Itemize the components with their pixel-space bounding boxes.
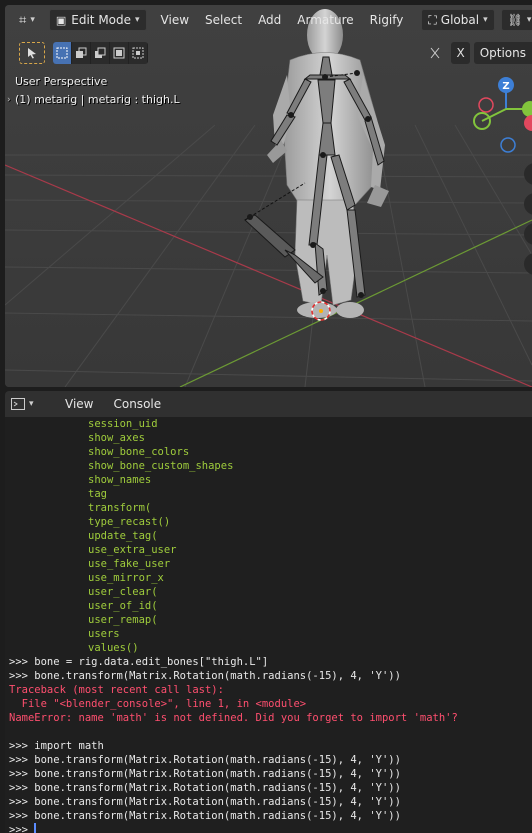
completion-item: show_bone_custom_shapes: [88, 460, 234, 472]
select-subtract-button[interactable]: [91, 42, 110, 64]
tool-settings-bar: X Options: [5, 38, 532, 64]
select-invert-button[interactable]: [110, 42, 129, 64]
mirror-icon: [431, 47, 440, 59]
mode-label: Edit Mode: [71, 13, 132, 27]
zoom-icon[interactable]: [524, 163, 532, 185]
editor-type-selector[interactable]: ⌗ ▾: [13, 9, 41, 31]
y-axis-handle[interactable]: [522, 101, 532, 117]
mode-dropdown[interactable]: ▣ Edit Mode ▾: [48, 9, 147, 31]
viewport-nav-buttons: [524, 163, 532, 283]
menu-rigify[interactable]: Rigify: [362, 9, 412, 31]
completion-item: users: [88, 628, 120, 640]
select-invert-icon: [113, 47, 125, 59]
console-input-line[interactable]: >>>: [9, 823, 532, 833]
error-line: NameError: name 'math' is not defined. D…: [9, 712, 458, 724]
history-line: >>> bone = rig.data.edit_bones["thigh.L"…: [9, 656, 269, 668]
selection-mode-group: [53, 42, 148, 64]
console-menu-console[interactable]: Console: [103, 397, 171, 411]
completion-item: session_uid: [88, 418, 158, 430]
history-line: >>> bone.transform(Matrix.Rotation(math.…: [9, 796, 401, 808]
camera-icon[interactable]: [524, 223, 532, 245]
error-line: Traceback (most recent call last):: [9, 684, 224, 696]
tool-settings-right: X Options: [423, 42, 532, 64]
select-tool-button[interactable]: [19, 42, 45, 64]
neg-x-axis-handle[interactable]: [478, 97, 494, 113]
select-intersect-icon: [132, 47, 144, 59]
console-header: ▾ View Console: [5, 391, 532, 417]
history-line: >>> bone.transform(Matrix.Rotation(math.…: [9, 782, 401, 794]
viewport-editor-icon: ⌗: [19, 12, 27, 28]
completion-item: show_bone_colors: [88, 446, 190, 458]
select-intersect-button[interactable]: [129, 42, 148, 64]
completion-item: user_remap(: [88, 614, 158, 626]
transform-orientation-dropdown[interactable]: ⛶ Global ▾: [421, 9, 495, 31]
chevron-down-icon: ▾: [483, 15, 488, 25]
completion-item: user_clear(: [88, 586, 158, 598]
active-object-label: (1) metarig | metarig : thigh.L: [15, 93, 180, 106]
x-mirror-toggle[interactable]: X: [451, 42, 470, 64]
menu-armature[interactable]: Armature: [289, 9, 361, 31]
pivot-point-dropdown[interactable]: ⛓ ▾: [500, 9, 532, 31]
console-prompt: >>>: [9, 824, 35, 833]
cursor-arrow-icon: [28, 48, 36, 59]
select-extend-icon: [76, 47, 87, 58]
z-axis-label: Z: [502, 81, 509, 92]
select-subtract-icon: [95, 47, 106, 58]
select-extend-button[interactable]: [72, 42, 91, 64]
python-console[interactable]: ▾ View Console session_uid show_axes show_…: [5, 391, 532, 833]
completion-item: use_mirror_x: [88, 572, 164, 584]
completion-item: tag: [88, 488, 107, 500]
x-mirror-icon[interactable]: [423, 42, 447, 64]
viewport-info: User Perspective (1) metarig | metarig :…: [7, 73, 180, 109]
chevron-right-icon[interactable]: ›: [7, 91, 11, 109]
grid-icon[interactable]: [524, 253, 532, 275]
select-new-button[interactable]: [53, 42, 72, 64]
completion-item: show_names: [88, 474, 152, 486]
history-line: >>> bone.transform(Matrix.Rotation(math.…: [9, 810, 401, 822]
completion-item: show_axes: [88, 432, 145, 444]
completion-item: user_of_id(: [88, 600, 158, 612]
options-button[interactable]: Options: [473, 42, 532, 64]
completion-item: use_extra_user: [88, 544, 177, 556]
orientation-icon: ⛶: [428, 12, 437, 27]
console-menu-view[interactable]: View: [55, 397, 103, 411]
chevron-down-icon: ▾: [29, 399, 34, 409]
menu-view[interactable]: View: [153, 9, 197, 31]
completion-item: values(): [88, 642, 139, 654]
history-line: >>> import math: [9, 740, 104, 752]
history-line: >>> bone.transform(Matrix.Rotation(math.…: [9, 754, 401, 766]
x-axis-handle[interactable]: [524, 115, 532, 131]
menu-select[interactable]: Select: [197, 9, 250, 31]
navigation-gizmo[interactable]: Z: [472, 73, 532, 157]
history-line: >>> bone.transform(Matrix.Rotation(math.…: [9, 768, 401, 780]
console-prompt-icon: [11, 398, 25, 410]
menu-add[interactable]: Add: [250, 9, 289, 31]
orientation-label: Global: [440, 13, 480, 27]
edit-mode-icon: ▣: [55, 13, 67, 27]
3d-viewport[interactable]: ⌗ ▾ ▣ Edit Mode ▾ View Select Add Armatur…: [5, 5, 532, 387]
completion-item: type_recast(): [88, 516, 171, 528]
link-icon: ⛓: [507, 13, 523, 27]
console-editor-type-selector[interactable]: ▾: [11, 394, 45, 414]
completion-item: update_tag(: [88, 530, 158, 542]
chevron-down-icon: ▾: [135, 15, 140, 25]
history-line: >>> bone.transform(Matrix.Rotation(math.…: [9, 670, 401, 682]
view-perspective-label: User Perspective: [15, 75, 108, 88]
error-line: File "<blender_console>", line 1, in <mo…: [9, 698, 307, 710]
completion-item: transform(: [88, 502, 152, 514]
viewport-header: ⌗ ▾ ▣ Edit Mode ▾ View Select Add Armatur…: [5, 5, 532, 35]
chevron-down-icon: ▾: [526, 15, 532, 25]
console-output[interactable]: session_uid show_axes show_bone_colorsshow…: [5, 417, 532, 833]
text-cursor: [34, 823, 37, 833]
completion-item: use_fake_user: [88, 558, 171, 570]
neg-z-axis-handle[interactable]: [500, 137, 516, 153]
select-new-icon: [56, 47, 68, 59]
chevron-down-icon: ▾: [30, 15, 35, 25]
pan-hand-icon[interactable]: [524, 193, 532, 215]
